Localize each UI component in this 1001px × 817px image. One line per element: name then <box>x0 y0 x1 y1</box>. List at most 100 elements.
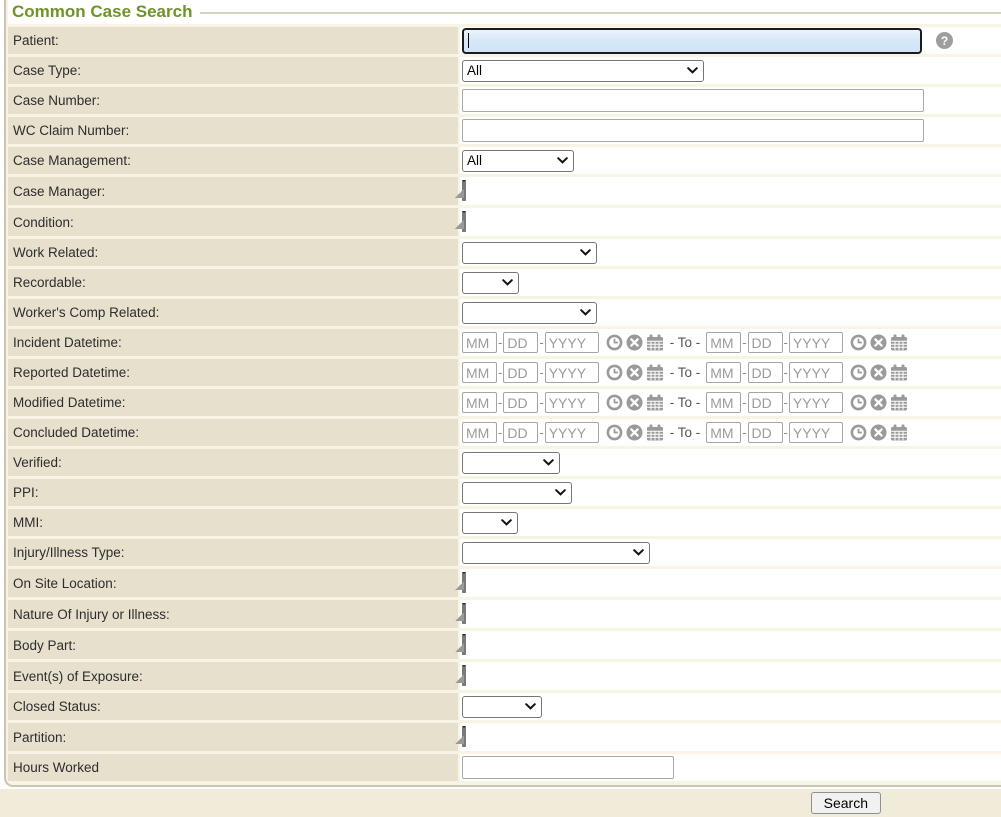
incident-from-day-input[interactable] <box>503 332 538 353</box>
concluded-datetime-label: Concluded Datetime: <box>8 419 458 446</box>
search-button[interactable]: Search <box>811 792 881 814</box>
calendar-icon[interactable] <box>646 334 664 351</box>
workers-comp-related-select[interactable] <box>462 302 597 324</box>
body-part-textarea[interactable] <box>462 636 466 654</box>
calendar-icon[interactable] <box>890 364 908 381</box>
modified-to-year-input[interactable] <box>789 392 843 413</box>
form-row-hours-worked: Hours Worked <box>8 754 1001 781</box>
clock-icon[interactable] <box>850 334 867 351</box>
clock-icon[interactable] <box>606 394 623 411</box>
reported-from-day-input[interactable] <box>503 362 538 383</box>
clock-icon[interactable] <box>850 364 867 381</box>
clock-icon[interactable] <box>850 424 867 441</box>
nature-of-injury-textarea[interactable] <box>462 605 466 623</box>
modified-to-month-input[interactable] <box>706 392 741 413</box>
help-icon[interactable]: ? <box>936 32 953 49</box>
reported-to-year-input[interactable] <box>789 362 843 383</box>
verified-select[interactable] <box>462 452 560 474</box>
closed-status-select[interactable] <box>462 696 542 718</box>
patient-label: Patient: <box>8 27 458 54</box>
modified-from-year-input[interactable] <box>545 392 599 413</box>
clear-icon[interactable] <box>626 364 643 381</box>
form-row-recordable: Recordable: <box>8 269 1001 296</box>
to-label: - To - <box>670 335 701 350</box>
chevron-down-icon <box>580 309 591 316</box>
concluded-to-month-input[interactable] <box>706 422 741 443</box>
mmi-select[interactable] <box>462 512 518 534</box>
wc-claim-number-input[interactable] <box>462 119 924 142</box>
clock-icon[interactable] <box>606 424 623 441</box>
events-of-exposure-label: Event(s) of Exposure: <box>8 662 458 690</box>
clear-icon[interactable] <box>870 394 887 411</box>
resize-handle-icon[interactable] <box>455 735 464 744</box>
footer-bar: Search <box>0 789 1001 817</box>
form-row-verified: Verified: <box>8 449 1001 476</box>
recordable-select[interactable] <box>462 272 519 294</box>
clock-icon[interactable] <box>606 334 623 351</box>
ppi-select[interactable] <box>462 482 572 504</box>
patient-input[interactable] <box>462 28 922 54</box>
resize-handle-icon[interactable] <box>455 643 464 652</box>
incident-from-month-input[interactable] <box>462 332 497 353</box>
condition-textarea[interactable] <box>462 213 466 231</box>
calendar-icon[interactable] <box>646 364 664 381</box>
concluded-from-month-input[interactable] <box>462 422 497 443</box>
resize-handle-icon[interactable] <box>455 674 464 683</box>
ppi-label: PPI: <box>8 479 458 506</box>
injury-illness-type-select[interactable] <box>462 542 650 564</box>
events-of-exposure-textarea[interactable] <box>462 667 466 685</box>
concluded-to-year-input[interactable] <box>789 422 843 443</box>
form-row-reported-datetime: Reported Datetime: -- - To - -- <box>8 359 1001 386</box>
incident-to-year-input[interactable] <box>789 332 843 353</box>
resize-handle-icon[interactable] <box>455 612 464 621</box>
clock-icon[interactable] <box>606 364 623 381</box>
reported-to-month-input[interactable] <box>706 362 741 383</box>
partition-textarea[interactable] <box>462 728 466 746</box>
modified-from-month-input[interactable] <box>462 392 497 413</box>
calendar-icon[interactable] <box>890 394 908 411</box>
modified-from-day-input[interactable] <box>503 392 538 413</box>
incident-to-day-input[interactable] <box>748 332 783 353</box>
calendar-icon[interactable] <box>890 334 908 351</box>
to-label: - To - <box>670 425 701 440</box>
reported-from-year-input[interactable] <box>545 362 599 383</box>
reported-from-month-input[interactable] <box>462 362 497 383</box>
resize-handle-icon[interactable] <box>455 189 464 198</box>
chevron-down-icon <box>555 489 566 496</box>
case-manager-textarea[interactable] <box>462 182 466 200</box>
reported-to-day-input[interactable] <box>748 362 783 383</box>
incident-to-month-input[interactable] <box>706 332 741 353</box>
modified-to-day-input[interactable] <box>748 392 783 413</box>
resize-handle-icon[interactable] <box>455 220 464 229</box>
wc-claim-number-label: WC Claim Number: <box>8 117 458 144</box>
clear-icon[interactable] <box>870 424 887 441</box>
incident-from-year-input[interactable] <box>545 332 599 353</box>
form-row-on-site-location: On Site Location: <box>8 569 1001 597</box>
work-related-select[interactable] <box>462 242 597 264</box>
clear-icon[interactable] <box>870 364 887 381</box>
case-type-select[interactable]: All <box>462 60 704 82</box>
hours-worked-input[interactable] <box>462 756 674 779</box>
form-row-concluded-datetime: Concluded Datetime: -- - To - -- <box>8 419 1001 446</box>
form-row-patient: Patient: ? <box>8 27 1001 54</box>
case-number-input[interactable] <box>462 89 924 112</box>
case-management-select[interactable]: All <box>462 150 574 172</box>
chevron-down-icon <box>543 459 554 466</box>
chevron-down-icon <box>557 157 568 164</box>
clock-icon[interactable] <box>850 394 867 411</box>
concluded-to-day-input[interactable] <box>748 422 783 443</box>
form-row-case-type: Case Type: All <box>8 57 1001 84</box>
calendar-icon[interactable] <box>646 424 664 441</box>
concluded-from-year-input[interactable] <box>545 422 599 443</box>
incident-datetime-label: Incident Datetime: <box>8 329 458 356</box>
concluded-from-day-input[interactable] <box>503 422 538 443</box>
resize-handle-icon[interactable] <box>455 581 464 590</box>
calendar-icon[interactable] <box>890 424 908 441</box>
clear-icon[interactable] <box>626 334 643 351</box>
clear-icon[interactable] <box>626 394 643 411</box>
clear-icon[interactable] <box>870 334 887 351</box>
clear-icon[interactable] <box>626 424 643 441</box>
on-site-location-textarea[interactable] <box>462 574 466 592</box>
case-management-label: Case Management: <box>8 147 458 174</box>
calendar-icon[interactable] <box>646 394 664 411</box>
